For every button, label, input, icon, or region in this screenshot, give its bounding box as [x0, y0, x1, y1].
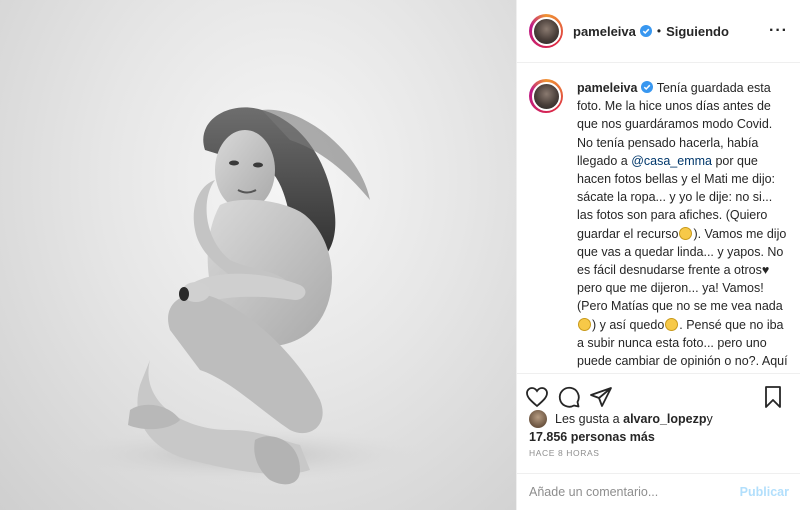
laughing-emoji-icon	[578, 317, 591, 331]
comment-box: Publicar	[517, 473, 800, 510]
caption-story-ring[interactable]	[529, 79, 563, 113]
follow-status-button[interactable]: Siguiendo	[666, 24, 729, 39]
action-bar	[517, 373, 800, 413]
caption-body-5: ) y así quedo	[592, 317, 665, 332]
separator-dot: •	[656, 24, 662, 38]
verified-badge-icon	[641, 81, 654, 93]
liker-avatar[interactable]	[529, 410, 547, 428]
grimace-emoji-icon	[665, 317, 679, 331]
bookmark-icon[interactable]	[761, 385, 785, 409]
caption-section: pameleiva Tenía guardada esta foto. Me l…	[517, 63, 800, 373]
caption-text: pameleiva Tenía guardada esta foto. Me l…	[577, 79, 789, 373]
post-timestamp[interactable]: HACE 8 HORAS	[529, 448, 600, 458]
laughing-emoji-icon	[679, 226, 693, 240]
post-photo[interactable]	[0, 0, 516, 510]
post-side-panel: pameleiva • Siguiendo ··· pameleiva Tení…	[516, 0, 800, 510]
heart-emoji-icon: ♥	[761, 263, 770, 278]
share-icon[interactable]	[589, 385, 613, 409]
mention-link[interactable]: @casa_emma	[631, 154, 712, 168]
likes-count[interactable]: 17.856 personas más	[529, 428, 713, 446]
likes-connector: y	[706, 412, 713, 426]
photo-of-seated-woman	[50, 107, 430, 485]
likes-summary: Les gusta a alvaro_lopezp y 17.856 perso…	[529, 410, 713, 446]
publish-button[interactable]: Publicar	[740, 485, 789, 499]
comment-icon[interactable]	[557, 385, 581, 409]
avatar[interactable]	[531, 16, 561, 46]
post-header: pameleiva • Siguiendo ···	[517, 0, 800, 63]
caption-body-4: pero que me dijeron... ya! Vamos! (Pero …	[577, 281, 783, 314]
header-username[interactable]: pameleiva	[573, 24, 636, 39]
heart-icon[interactable]	[525, 385, 549, 409]
likes-prefix: Les gusta a	[555, 412, 620, 426]
caption-avatar[interactable]	[531, 81, 561, 111]
more-dots-icon[interactable]: ···	[769, 22, 788, 40]
instagram-post-view: pameleiva • Siguiendo ··· pameleiva Tení…	[0, 0, 800, 510]
verified-badge-icon	[639, 25, 652, 37]
comment-input[interactable]	[529, 485, 740, 499]
caption-username[interactable]: pameleiva	[577, 81, 637, 95]
story-ring[interactable]	[529, 14, 563, 48]
liker-username[interactable]: alvaro_lopezp	[623, 410, 706, 428]
